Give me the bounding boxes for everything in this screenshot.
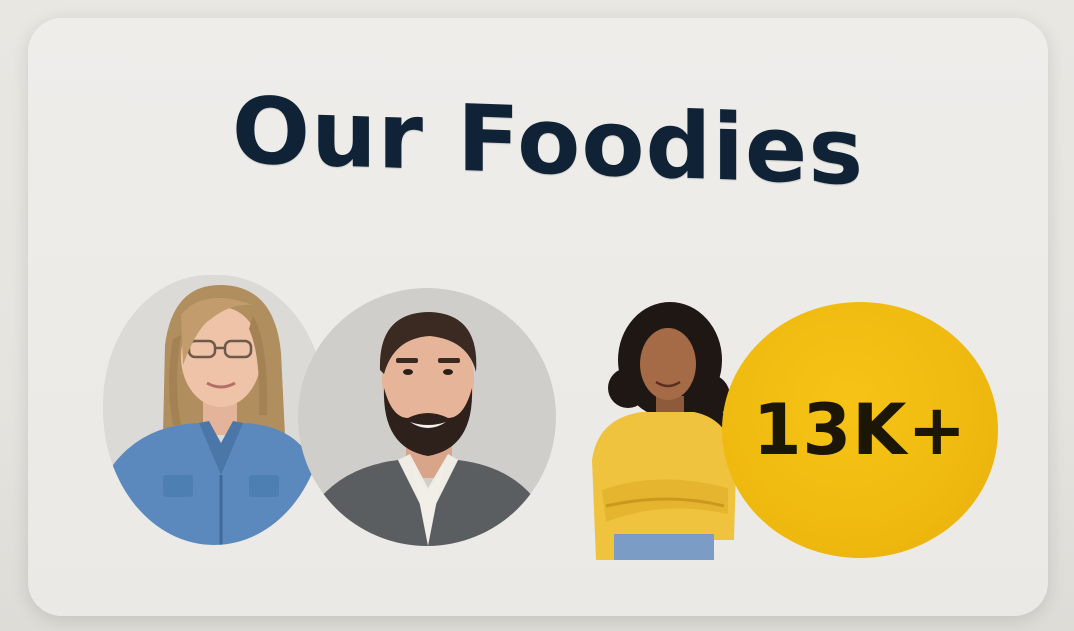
woman-yellow-sweater-image <box>592 302 736 560</box>
foodie-avatar-1[interactable] <box>103 275 325 545</box>
foodie-avatar-2[interactable] <box>298 288 556 546</box>
screen: Our Foodies 13K+ <box>0 0 1074 631</box>
foodies-avatar-group: 13K+ <box>0 0 1074 631</box>
foodies-count-text: 13K+ <box>752 389 968 471</box>
man-grey-blazer-image <box>298 288 556 546</box>
foodie-avatar-3[interactable] <box>588 300 738 560</box>
foodies-count-badge: 13K+ <box>722 302 998 558</box>
woman-denim-shirt-image <box>103 275 325 545</box>
